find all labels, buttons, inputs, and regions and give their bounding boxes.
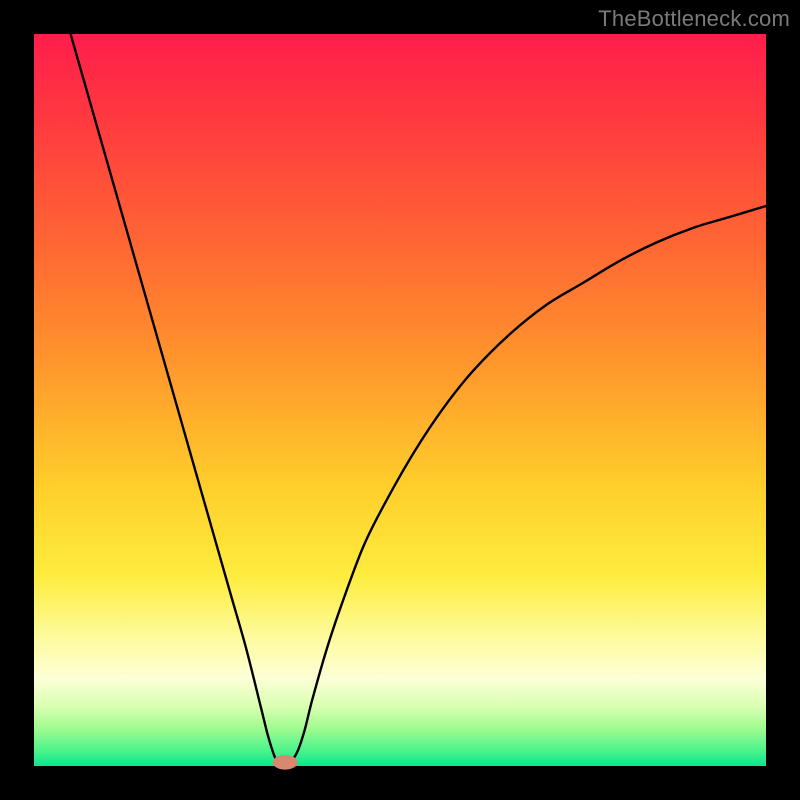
plot-area: [34, 34, 766, 766]
chart-frame: TheBottleneck.com: [0, 0, 800, 800]
watermark-text: TheBottleneck.com: [598, 6, 790, 32]
bottleneck-curve: [34, 34, 766, 766]
